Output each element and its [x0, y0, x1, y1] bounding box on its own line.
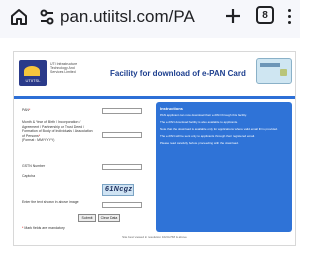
- captcha-label: Captcha: [22, 174, 36, 178]
- epan-form: PAN* Month & Year of Birth / Incorporati…: [18, 102, 154, 237]
- clear-data-button[interactable]: Clear Data: [98, 214, 120, 222]
- address-bar[interactable]: pan.utiitsl.com/PAN_: [60, 5, 195, 29]
- epan-download-panel: UTIITSL UTI Infrastructure Technology An…: [13, 51, 296, 246]
- header-divider: [14, 96, 295, 99]
- instruction-line: Note that the download is available only…: [160, 127, 278, 131]
- instruction-line: Please read carefully before proceeding …: [160, 141, 239, 145]
- instruction-line: The e-PAN will be sent only to applicant…: [160, 134, 255, 138]
- site-settings-icon[interactable]: [38, 7, 56, 27]
- submit-button[interactable]: Submit: [78, 214, 96, 222]
- web-page: UTIITSL UTI Infrastructure Technology An…: [0, 38, 300, 258]
- captcha-input-label: Enter the text shown in above image: [22, 200, 79, 204]
- pan-card-image: [256, 58, 292, 84]
- dob-input[interactable]: [102, 132, 142, 138]
- pan-label: PAN*: [22, 108, 31, 112]
- instructions-heading: Instructions: [160, 106, 183, 111]
- instruction-line: PAN applicant can now download their e-P…: [160, 113, 247, 117]
- page-title: Facility for download of e-PAN Card: [110, 69, 246, 78]
- gstn-label: GSTN Number: [22, 164, 46, 168]
- browser-toolbar: pan.utiitsl.com/PAN_ 8: [0, 0, 300, 38]
- new-tab-icon[interactable]: [222, 5, 244, 27]
- pan-input[interactable]: [102, 108, 142, 114]
- captcha-image: 61Ncgz: [102, 184, 134, 196]
- utiitsl-logo: UTIITSL: [19, 60, 47, 86]
- more-menu-icon[interactable]: [284, 4, 294, 28]
- gstn-input[interactable]: [102, 164, 142, 170]
- dob-label: Month & Year of Birth / Incorporation / …: [22, 120, 93, 142]
- tab-switcher-button[interactable]: 8: [256, 6, 274, 24]
- instruction-line: The e-PAN download facility is also avai…: [160, 120, 238, 124]
- page-footer: Site best viewed in resolution 1024x768 …: [122, 235, 187, 239]
- home-icon[interactable]: [8, 6, 30, 28]
- company-name-logo: UTI Infrastructure Technology And Servic…: [50, 62, 78, 74]
- captcha-input[interactable]: [102, 202, 142, 208]
- instructions-box: Instructions PAN applicant can now downl…: [156, 102, 292, 232]
- page-header: UTIITSL UTI Infrastructure Technology An…: [14, 52, 295, 96]
- mandatory-note: * Mark fields are mandatory: [22, 226, 65, 230]
